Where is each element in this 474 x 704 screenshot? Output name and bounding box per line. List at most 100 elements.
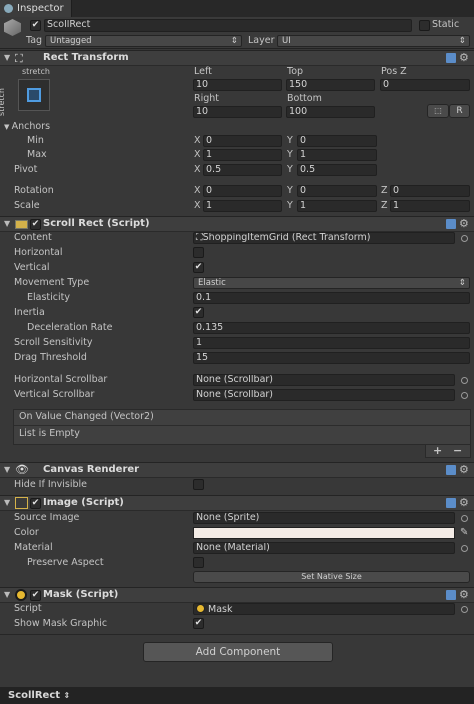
tag-label: Tag [26,35,43,46]
gear-icon[interactable]: ⚙ [459,497,469,509]
anchor-min-y-field[interactable]: 0 [297,135,377,147]
blueprint-mode-button[interactable]: ⬚ [427,104,449,118]
elasticity-field[interactable]: 0.1 [193,292,470,304]
scroll-rect-header[interactable]: ▼ ✔ Scroll Rect (Script) ⚙ [0,216,474,232]
content-value: ShoppingItemGrid (Rect Transform) [202,232,371,243]
left-field[interactable]: 10 [193,79,282,91]
object-picker-icon[interactable] [461,392,468,399]
preserve-aspect-checkbox[interactable] [193,557,204,568]
scroll-sensitivity-field[interactable]: 1 [193,337,470,349]
help-book-icon[interactable] [446,590,456,600]
help-book-icon[interactable] [446,498,456,508]
axis-y-label: Y [287,164,293,175]
show-mask-graphic-checkbox[interactable]: ✔ [193,618,204,629]
raw-edit-button[interactable]: R [449,104,470,118]
source-image-field[interactable]: None (Sprite) [193,512,455,524]
info-icon [4,4,13,13]
help-book-icon[interactable] [446,53,456,63]
horizontal-scrollbar-field[interactable]: None (Scrollbar) [193,374,455,386]
layer-dropdown[interactable]: UI ⇕ [277,35,470,47]
object-picker-icon[interactable] [461,235,468,242]
deceleration-rate-field[interactable]: 0.135 [193,322,470,334]
add-component-button[interactable]: Add Component [143,642,333,662]
anchor-presets-button[interactable] [18,79,50,111]
gear-icon[interactable]: ⚙ [459,464,469,476]
fold-arrow-icon[interactable]: ▼ [4,217,10,231]
bottom-label: Bottom [287,93,322,104]
axis-x-label: X [194,164,201,175]
object-picker-icon[interactable] [461,606,468,613]
fold-arrow-icon[interactable]: ▼ [4,463,10,477]
image-header[interactable]: ▼ ✔ Image (Script) ⚙ [0,495,474,511]
gear-icon[interactable]: ⚙ [459,589,469,601]
tag-dropdown[interactable]: Untagged ⇕ [45,35,242,47]
color-swatch[interactable] [193,527,455,539]
content-field[interactable]: ⛶ShoppingItemGrid (Rect Transform) [193,232,455,244]
horizontal-label: Horizontal [14,247,63,258]
mask-header[interactable]: ▼ ✔ Mask (Script) ⚙ [0,587,474,603]
axis-y-label: Y [287,149,293,160]
horizontal-checkbox[interactable] [193,247,204,258]
inertia-checkbox[interactable]: ✔ [193,307,204,318]
add-listener-button[interactable]: + [433,445,442,457]
tab-title: Inspector [17,3,64,14]
name-field[interactable]: ScollRect [44,19,412,32]
drag-threshold-field[interactable]: 15 [193,352,470,364]
set-native-size-button[interactable]: Set Native Size [193,571,470,583]
mask-enabled-checkbox[interactable]: ✔ [30,590,41,601]
remove-listener-button[interactable]: − [453,445,462,457]
scale-z-field[interactable]: 1 [390,200,470,212]
anchor-side-label: stretch [0,88,6,116]
tab-inspector[interactable]: Inspector [0,0,72,17]
inertia-label: Inertia [14,307,45,318]
axis-x-label: X [194,135,201,146]
pivot-y-field[interactable]: 0.5 [297,164,377,176]
anchor-min-x-field[interactable]: 0 [203,135,282,147]
scale-y-field[interactable]: 1 [297,200,377,212]
object-header: ✔ ScollRect Static Tag Untagged ⇕ Layer U… [0,17,474,49]
movement-type-dropdown[interactable]: Elastic ⇕ [193,277,470,289]
scroll-sensitivity-label: Scroll Sensitivity [14,337,93,348]
fold-arrow-icon[interactable]: ▼ [4,588,10,602]
vertical-scrollbar-label: Vertical Scrollbar [14,389,95,400]
posz-field[interactable]: 0 [380,79,470,91]
help-book-icon[interactable] [446,465,456,475]
rotation-x-field[interactable]: 0 [203,185,282,197]
scale-x-field[interactable]: 1 [203,200,282,212]
fold-arrow-icon[interactable]: ▼ [4,51,10,65]
script-circle-icon [15,589,27,601]
axis-z-label: Z [381,200,388,211]
object-picker-icon[interactable] [461,515,468,522]
vertical-scrollbar-field[interactable]: None (Scrollbar) [193,389,455,401]
anchor-max-y-field[interactable]: 1 [297,149,377,161]
bottom-field[interactable]: 100 [286,106,375,118]
right-field[interactable]: 10 [193,106,282,118]
rotation-y-field[interactable]: 0 [297,185,377,197]
material-field[interactable]: None (Material) [193,542,455,554]
pivot-x-field[interactable]: 0.5 [203,164,282,176]
anchors-label[interactable]: ▼ Anchors [4,121,50,133]
rect-transform-header[interactable]: ▼ ⛶ Rect Transform ⚙ [0,50,474,66]
min-label: Min [27,135,44,146]
object-picker-icon[interactable] [461,377,468,384]
fold-arrow-icon[interactable]: ▼ [4,496,10,510]
hide-if-invisible-checkbox[interactable] [193,479,204,490]
gear-icon[interactable]: ⚙ [459,52,469,64]
scroll-rect-enabled-checkbox[interactable]: ✔ [30,219,41,230]
image-enabled-checkbox[interactable]: ✔ [30,498,41,509]
gear-icon[interactable]: ⚙ [459,218,469,230]
top-field[interactable]: 150 [286,79,375,91]
preview-footer[interactable]: ScollRect ⇕ [0,687,474,704]
canvas-renderer-header[interactable]: ▼ 👁 Canvas Renderer ⚙ [0,462,474,478]
vertical-checkbox[interactable]: ✔ [193,262,204,273]
dropdown-arrow-icon: ⇕ [458,36,466,46]
object-picker-icon[interactable] [461,545,468,552]
script-field[interactable]: Mask [193,603,455,615]
active-checkbox[interactable]: ✔ [30,20,41,31]
hide-if-invisible-label: Hide If Invisible [14,479,88,490]
help-book-icon[interactable] [446,219,456,229]
rotation-z-field[interactable]: 0 [390,185,470,197]
eyedropper-icon[interactable]: ✎ [460,527,468,539]
static-checkbox[interactable] [419,20,430,31]
anchor-max-x-field[interactable]: 1 [203,149,282,161]
